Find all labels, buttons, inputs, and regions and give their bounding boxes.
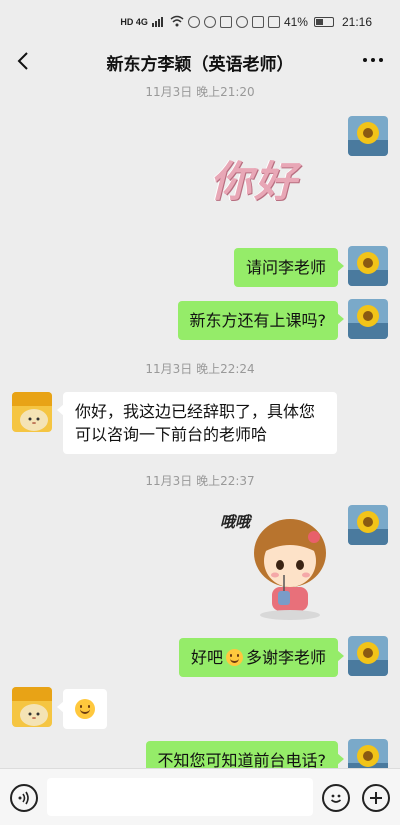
clock: 21:16 xyxy=(341,15,372,29)
vibrate-icon xyxy=(267,16,280,28)
sent-message-bubble[interactable]: 请问李老师 xyxy=(233,248,345,287)
more-dots-icon xyxy=(363,58,367,62)
my-avatar[interactable] xyxy=(348,505,388,545)
message-input[interactable] xyxy=(47,778,313,816)
chat-title: 新东方李颖（英语老师） xyxy=(106,55,294,75)
sent-message-bubble[interactable]: 好吧 多谢李老师 xyxy=(178,638,345,677)
smile-emoji-icon xyxy=(75,699,95,719)
wifi-icon xyxy=(170,15,184,30)
message-text: 好吧 xyxy=(190,648,223,667)
eye-icon xyxy=(235,16,248,28)
message-line: 你好，我这边已经辞职了，具体您 xyxy=(75,402,316,421)
message-line: 可以咨询一下前台的老师哈 xyxy=(75,425,268,444)
sticker-caption: 哦哦 xyxy=(220,513,251,531)
signal-icon xyxy=(151,15,166,30)
message-notification-icon xyxy=(203,16,216,28)
message-timestamp: 11月3日 晚上22:37 xyxy=(145,474,255,488)
nfc-icon xyxy=(251,16,264,28)
sticker-girl[interactable]: 哦哦 xyxy=(220,503,342,623)
plus-icon xyxy=(370,792,382,804)
received-emoji-bubble[interactable] xyxy=(57,689,107,729)
battery-icon xyxy=(313,17,334,27)
voice-button[interactable] xyxy=(10,784,38,812)
voice-icon xyxy=(18,791,29,805)
sticker-nihao[interactable]: 你好 xyxy=(210,140,340,210)
app-notification-icon xyxy=(187,16,200,28)
my-avatar[interactable] xyxy=(348,636,388,676)
status-icons: HD 4G 41% 21:16 xyxy=(120,13,372,31)
status-bar: HD 4G 41% 21:16 xyxy=(0,0,400,44)
chat-header: 新东方李颖（英语老师） xyxy=(0,44,400,78)
message-timestamp: 11月3日 晚上21:20 xyxy=(145,85,255,99)
emoji-button[interactable] xyxy=(322,784,350,812)
emoji-icon xyxy=(330,794,342,803)
battery-percent: 41% xyxy=(283,15,308,29)
my-avatar[interactable] xyxy=(348,116,388,156)
camera-notification-icon xyxy=(219,16,232,28)
smile-emoji-icon xyxy=(225,649,243,666)
network-indicator: HD 4G xyxy=(120,17,148,27)
sent-message-bubble[interactable]: 新东方还有上课吗? xyxy=(177,301,344,340)
received-message-bubble[interactable]: 你好，我这边已经辞职了，具体您 可以咨询一下前台的老师哈 xyxy=(57,392,337,454)
message-timestamp: 11月3日 晚上22:24 xyxy=(145,362,255,376)
battery-level xyxy=(315,19,324,25)
sticker-text: 你好 xyxy=(210,157,299,206)
teacher-avatar[interactable] xyxy=(12,687,52,727)
plus-button[interactable] xyxy=(362,784,390,812)
input-bar xyxy=(0,768,400,825)
message-text: 多谢李老师 xyxy=(245,648,326,667)
my-avatar[interactable] xyxy=(348,246,388,286)
teacher-avatar[interactable] xyxy=(12,392,52,432)
more-options-button[interactable] xyxy=(360,50,386,70)
my-avatar[interactable] xyxy=(348,299,388,339)
